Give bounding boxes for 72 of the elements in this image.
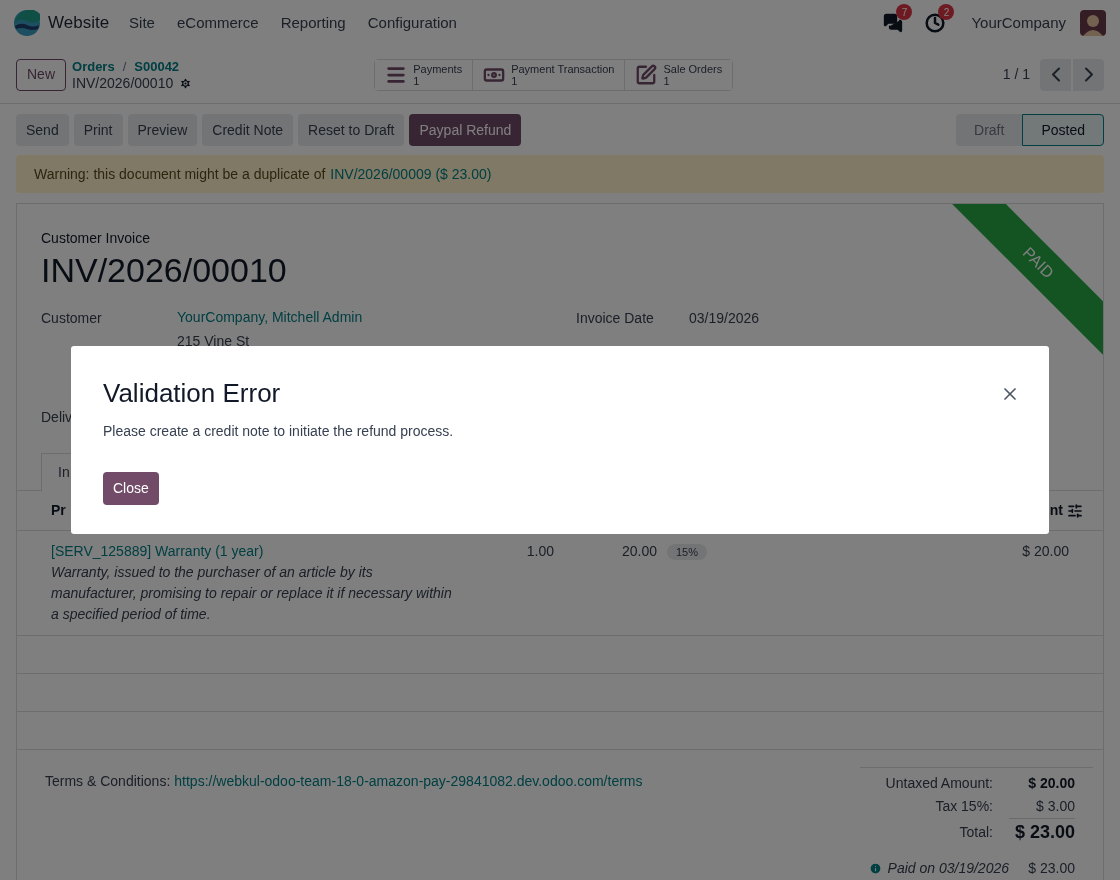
action-button[interactable]: Print — [73, 114, 123, 146]
price-cell-text: 20.00 — [620, 542, 657, 561]
notification-badge: 7 — [896, 4, 913, 20]
smart-button-label: Payments — [413, 62, 463, 75]
payment-label: Paid on 03/19/2026 — [887, 859, 1009, 878]
breadcrumb-link[interactable]: S00042 — [134, 57, 180, 75]
address-text: 215 Vine St — [177, 332, 251, 351]
app-name[interactable]: Website — [48, 10, 110, 36]
action-button[interactable]: Reset to Draft — [298, 114, 405, 146]
total-label: Total: — [959, 822, 993, 842]
duplicate-link[interactable]: INV/2026/00009 ($ 23.00) — [330, 163, 492, 185]
action-button[interactable]: Preview — [127, 114, 198, 146]
edit-icon — [635, 63, 658, 86]
breadcrumb-separator: / — [122, 57, 127, 75]
chevron-right-icon — [1084, 67, 1093, 82]
product-description: Warranty, issued to the purchaser of an article by its manufacturer, promising to repair or replace it if necessary within a specified period of time. — [51, 563, 453, 624]
messages-icon[interactable] — [883, 13, 904, 33]
dialog-title: Validation Error — [103, 377, 281, 410]
action-button[interactable]: Paypal Refund — [409, 114, 522, 146]
record-name: INV/2026/00010 — [72, 74, 174, 92]
field-label: Invoice Date — [576, 309, 655, 328]
warning-text: Warning: this document might be a duplicate of — [34, 164, 326, 184]
company-name[interactable]: YourCompany — [971, 11, 1066, 35]
user-avatar[interactable] — [1080, 10, 1106, 36]
menu-item[interactable]: Site — [129, 11, 155, 35]
amount-cell-text: $ 20.00 — [1022, 542, 1069, 561]
tax-tag: 15% — [667, 543, 708, 560]
status-step[interactable]: Posted — [1022, 114, 1104, 146]
total-label: Tax 15%: — [935, 797, 993, 816]
terms-label: Terms & Conditions: — [45, 772, 171, 791]
smart-button-count: 1 — [511, 74, 518, 87]
notification-badge: 2 — [938, 4, 955, 20]
field-label: Deliv — [41, 409, 73, 425]
website-logo-icon — [14, 10, 40, 36]
activity-icon[interactable] — [925, 13, 946, 33]
menu-item[interactable]: Reporting — [280, 11, 346, 35]
pager-value: 1 / 1 — [1002, 65, 1030, 84]
info-icon[interactable] — [868, 862, 882, 875]
quantity-cell-text: 1.00 — [525, 542, 554, 561]
action-button[interactable]: Credit Note — [202, 114, 294, 146]
product-link[interactable]: [SERV_125889] Warranty (1 year) — [51, 541, 456, 562]
column-header[interactable]: nt — [1049, 500, 1063, 521]
smart-button[interactable]: Sale Orders 1 — [624, 59, 733, 90]
smart-button-label: Sale Orders — [663, 62, 723, 75]
total-value: $ 3.00 — [1035, 797, 1075, 816]
smart-button-label: Payment Transaction — [511, 62, 615, 75]
total-value: $ 20.00 — [1027, 774, 1075, 793]
column-header[interactable]: Pr — [51, 500, 66, 521]
new-button[interactable]: New — [16, 58, 66, 91]
breadcrumb-link[interactable]: Orders — [72, 57, 115, 75]
total-label: Untaxed Amount: — [885, 774, 993, 793]
action-button[interactable]: Send — [16, 114, 69, 146]
close-button[interactable]: Close — [103, 472, 159, 505]
chevron-left-icon — [1051, 67, 1060, 82]
field-value: 03/19/2026 — [689, 309, 760, 328]
payment-amount: $ 23.00 — [1027, 859, 1075, 878]
document-type: Customer Invoice — [41, 230, 151, 246]
menu-item[interactable]: Configuration — [367, 11, 457, 35]
smart-button-count: 1 — [663, 74, 670, 87]
dialog-message: Please create a credit note to initiate the refund process. — [103, 422, 455, 441]
settings-icon[interactable] — [179, 76, 193, 90]
terms-link[interactable]: https://webkul-odoo-team-18-0-amazon-pay-29841082.dev.odoo.com/terms — [174, 771, 643, 879]
total-value: $ 23.00 — [1009, 818, 1075, 846]
customer-link[interactable]: YourCompany, Mitchell Admin — [177, 305, 363, 329]
field-label: Customer — [41, 309, 103, 328]
smart-button-count: 1 — [413, 74, 420, 87]
invoice-number: INV/2026/00010 — [41, 250, 287, 290]
menu-item[interactable]: eCommerce — [176, 11, 259, 35]
status-step[interactable]: Draft — [956, 114, 1023, 146]
column-settings-icon[interactable] — [1067, 502, 1083, 519]
next-button[interactable] — [1073, 58, 1104, 91]
previous-button[interactable] — [1040, 58, 1071, 91]
